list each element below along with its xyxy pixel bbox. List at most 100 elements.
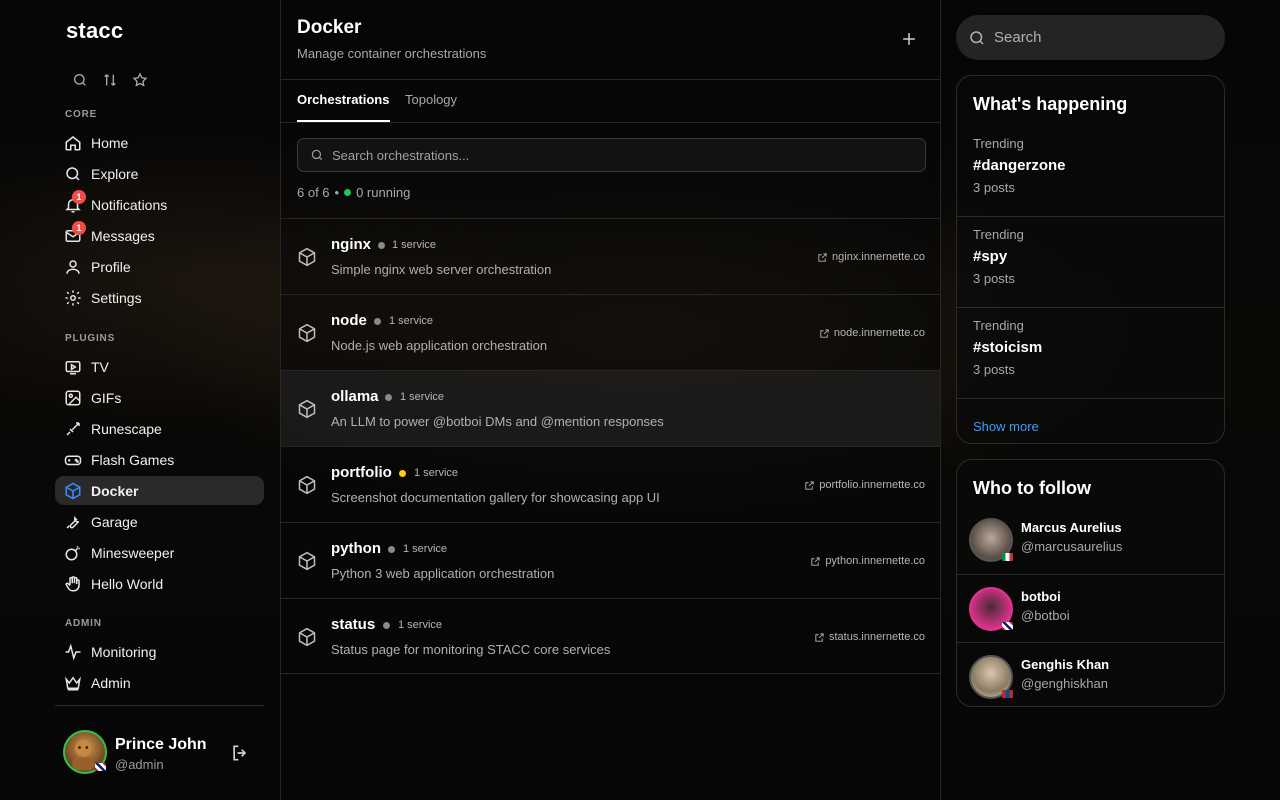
flag-icon <box>95 763 106 771</box>
sidebar-item-runescape[interactable]: Runescape <box>55 414 264 443</box>
tab-orchestrations[interactable]: Orchestrations <box>297 92 389 107</box>
notification-badge: 1 <box>72 189 86 204</box>
wrench-icon <box>64 513 82 531</box>
orchestration-search <box>297 138 926 172</box>
box-icon <box>297 551 317 571</box>
add-orchestration-button[interactable] <box>899 29 919 49</box>
trend-item[interactable]: Trending #stoicism 3 posts <box>957 308 1224 399</box>
sidebar-item-notifications[interactable]: 1 Notifications <box>55 189 264 219</box>
orchestration-description: Python 3 web application orchestration <box>331 566 555 581</box>
tv-icon <box>64 358 82 376</box>
orchestration-list: nginx 1 service Simple nginx web server … <box>281 218 940 674</box>
card-title: What's happening <box>973 94 1128 114</box>
follow-item[interactable]: Marcus Aurelius @marcusaurelius <box>957 506 1224 574</box>
sidebar-item-hello-world[interactable]: Hello World <box>55 569 264 598</box>
sidebar-item-gifs[interactable]: GIFs <box>55 383 264 412</box>
follow-item[interactable]: botboi @botboi <box>957 574 1224 642</box>
sidebar-item-profile[interactable]: Profile <box>55 252 264 281</box>
card-title: Who to follow <box>973 478 1091 498</box>
external-link[interactable]: nginx.innernette.co <box>817 251 925 263</box>
sidebar-item-admin[interactable]: Admin <box>55 668 264 697</box>
search-icon[interactable] <box>72 72 88 88</box>
mail-icon: 1 <box>64 220 86 245</box>
external-link-icon <box>814 632 825 643</box>
nav-core: Home Explore 1 Notifications 1 Messages … <box>55 128 264 314</box>
flag-icon <box>1002 690 1013 698</box>
orchestration-description: An LLM to power @botboi DMs and @mention… <box>331 414 664 429</box>
user-name: Prince John <box>115 736 207 753</box>
external-link[interactable]: node.innernette.co <box>819 327 925 339</box>
link-url: portfolio.innernette.co <box>819 479 925 491</box>
service-count: 1 service <box>398 619 443 631</box>
follow-handle: @marcusaurelius <box>1021 539 1123 554</box>
sidebar-item-label: Hello World <box>91 575 164 592</box>
hand-icon <box>64 575 82 593</box>
external-link[interactable]: status.innernette.co <box>814 631 925 643</box>
app-logo[interactable]: stacc <box>66 18 123 44</box>
table-row[interactable]: node 1 service Node.js web application o… <box>281 294 940 370</box>
trend-label: Trending <box>973 136 1024 151</box>
running-text: 0 running <box>356 185 411 200</box>
message-badge: 1 <box>72 220 86 235</box>
trend-label: Trending <box>973 227 1024 242</box>
section-label-core: CORE <box>65 109 98 120</box>
search-input[interactable] <box>994 29 1194 46</box>
sidebar-item-docker[interactable]: Docker <box>55 476 264 505</box>
table-row[interactable]: nginx 1 service Simple nginx web server … <box>281 218 940 294</box>
sidebar-item-messages[interactable]: 1 Messages <box>55 220 264 250</box>
sidebar-item-label: Minesweeper <box>91 544 175 561</box>
orchestration-description: Simple nginx web server orchestration <box>331 262 552 277</box>
tab-topology[interactable]: Topology <box>405 92 457 107</box>
page-title: Docker <box>297 17 362 38</box>
status-dot <box>383 622 390 629</box>
docker-box-icon <box>64 482 82 500</box>
follow-name: Marcus Aurelius <box>1021 520 1122 535</box>
box-icon <box>297 627 317 647</box>
sort-icon[interactable] <box>102 72 118 88</box>
status-dot <box>388 546 395 553</box>
sidebar-divider <box>55 705 264 706</box>
sidebar-item-monitoring[interactable]: Monitoring <box>55 637 264 666</box>
search-orchestrations-input[interactable] <box>332 147 892 163</box>
service-count: 1 service <box>400 391 445 403</box>
star-icon[interactable] <box>132 72 148 88</box>
link-url: node.innernette.co <box>833 327 925 339</box>
sidebar-item-home[interactable]: Home <box>55 128 264 157</box>
sidebar-item-label: Runescape <box>91 420 162 437</box>
main-panel: Docker Manage container orchestrations O… <box>280 0 941 800</box>
sidebar-item-garage[interactable]: Garage <box>55 507 264 536</box>
section-label-plugins: PLUGINS <box>65 333 116 344</box>
service-count: 1 service <box>414 467 459 479</box>
table-row[interactable]: status 1 service Status page for monitor… <box>281 598 940 674</box>
sidebar-item-flash-games[interactable]: Flash Games <box>55 445 264 474</box>
sidebar-item-label: Explore <box>91 165 139 182</box>
table-row[interactable]: ollama 1 service An LLM to power @botboi… <box>281 370 940 446</box>
trend-tag: #spy <box>973 248 1008 265</box>
sidebar-item-settings[interactable]: Settings <box>55 283 264 312</box>
table-row[interactable]: portfolio 1 service Screenshot documenta… <box>281 446 940 522</box>
sidebar-item-tv[interactable]: TV <box>55 352 264 381</box>
orchestration-name: ollama <box>331 388 379 405</box>
running-indicator <box>344 189 352 196</box>
sidebar-item-minesweeper[interactable]: Minesweeper <box>55 538 264 567</box>
logout-icon[interactable] <box>230 743 250 763</box>
service-count: 1 service <box>403 543 448 555</box>
link-url: nginx.innernette.co <box>832 251 925 263</box>
external-link[interactable]: python.innernette.co <box>810 555 925 567</box>
status-dot <box>385 394 392 401</box>
activity-icon <box>64 642 82 661</box>
follow-item[interactable]: Genghis Khan @genghiskhan <box>957 642 1224 706</box>
service-count: 1 service <box>392 239 437 251</box>
sidebar-item-explore[interactable]: Explore <box>55 159 264 188</box>
service-count: 1 service <box>389 315 434 327</box>
trend-item[interactable]: Trending #spy 3 posts <box>957 217 1224 308</box>
table-row[interactable]: python 1 service Python 3 web applicatio… <box>281 522 940 598</box>
orchestration-description: Status page for monitoring STACC core se… <box>331 642 611 657</box>
sidebar-item-label: Garage <box>91 513 138 530</box>
show-more-link[interactable]: Show more <box>957 399 1224 443</box>
external-link[interactable]: portfolio.innernette.co <box>804 479 925 491</box>
orchestration-count: 6 of 6 • 0 running <box>297 185 410 200</box>
trend-item[interactable]: Trending #dangerzone 3 posts <box>957 126 1224 217</box>
sword-icon <box>64 420 82 438</box>
external-link-icon <box>810 556 821 567</box>
